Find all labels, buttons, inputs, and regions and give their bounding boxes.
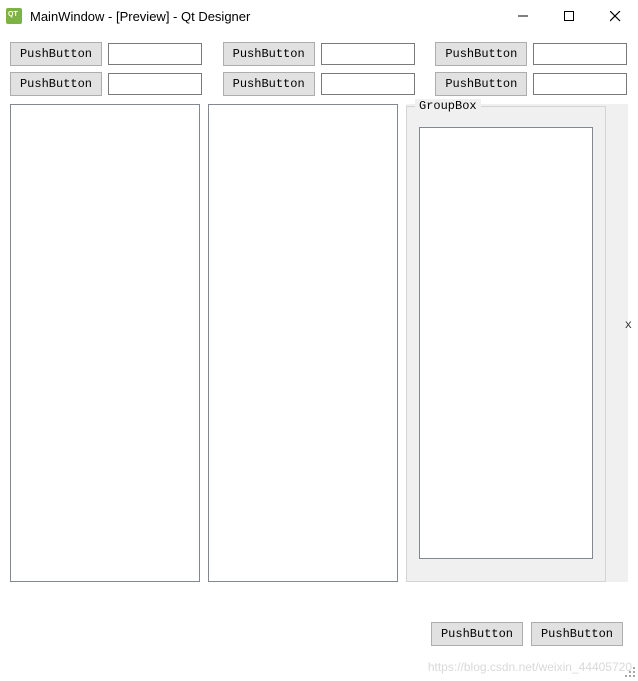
grid-cell: PushButton bbox=[435, 42, 628, 66]
groupbox-wrap: GroupBox bbox=[406, 104, 628, 582]
list-widget-center[interactable] bbox=[208, 104, 398, 582]
groupbox-title: GroupBox bbox=[415, 99, 481, 113]
push-button[interactable]: PushButton bbox=[435, 42, 527, 66]
push-button[interactable]: PushButton bbox=[10, 42, 102, 66]
line-edit[interactable] bbox=[108, 73, 202, 95]
side-label: x bbox=[625, 318, 632, 332]
close-icon bbox=[610, 11, 621, 22]
line-edit[interactable] bbox=[321, 73, 415, 95]
grid-cell: PushButton bbox=[10, 72, 203, 96]
list-widget-right[interactable] bbox=[419, 127, 593, 559]
push-button-bottom-1[interactable]: PushButton bbox=[431, 622, 523, 646]
push-button[interactable]: PushButton bbox=[10, 72, 102, 96]
top-grid: PushButton PushButton PushButton PushBut… bbox=[10, 42, 628, 96]
resize-grip[interactable] bbox=[624, 666, 636, 678]
grid-cell: PushButton bbox=[223, 42, 416, 66]
grid-cell: PushButton bbox=[435, 72, 628, 96]
minimize-button[interactable] bbox=[500, 0, 546, 32]
line-edit[interactable] bbox=[533, 43, 627, 65]
minimize-icon bbox=[518, 11, 528, 21]
grid-cell: PushButton bbox=[223, 72, 416, 96]
line-edit[interactable] bbox=[533, 73, 627, 95]
app-icon bbox=[6, 8, 22, 24]
grid-cell: PushButton bbox=[10, 42, 203, 66]
client-area: PushButton PushButton PushButton PushBut… bbox=[0, 32, 638, 656]
push-button[interactable]: PushButton bbox=[223, 72, 315, 96]
bottom-row: PushButton PushButton bbox=[10, 622, 628, 646]
line-edit[interactable] bbox=[321, 43, 415, 65]
resize-grip-icon bbox=[624, 666, 636, 678]
maximize-button[interactable] bbox=[546, 0, 592, 32]
middle-row: GroupBox bbox=[10, 104, 628, 582]
push-button[interactable]: PushButton bbox=[435, 72, 527, 96]
titlebar: MainWindow - [Preview] - Qt Designer bbox=[0, 0, 638, 32]
line-edit[interactable] bbox=[108, 43, 202, 65]
push-button-bottom-2[interactable]: PushButton bbox=[531, 622, 623, 646]
group-box: GroupBox bbox=[406, 106, 606, 582]
window-title: MainWindow - [Preview] - Qt Designer bbox=[30, 9, 250, 24]
list-widget-left[interactable] bbox=[10, 104, 200, 582]
push-button[interactable]: PushButton bbox=[223, 42, 315, 66]
maximize-icon bbox=[564, 11, 574, 21]
window-controls bbox=[500, 0, 638, 32]
watermark: https://blog.csdn.net/weixin_44405720 bbox=[428, 660, 632, 674]
close-button[interactable] bbox=[592, 0, 638, 32]
